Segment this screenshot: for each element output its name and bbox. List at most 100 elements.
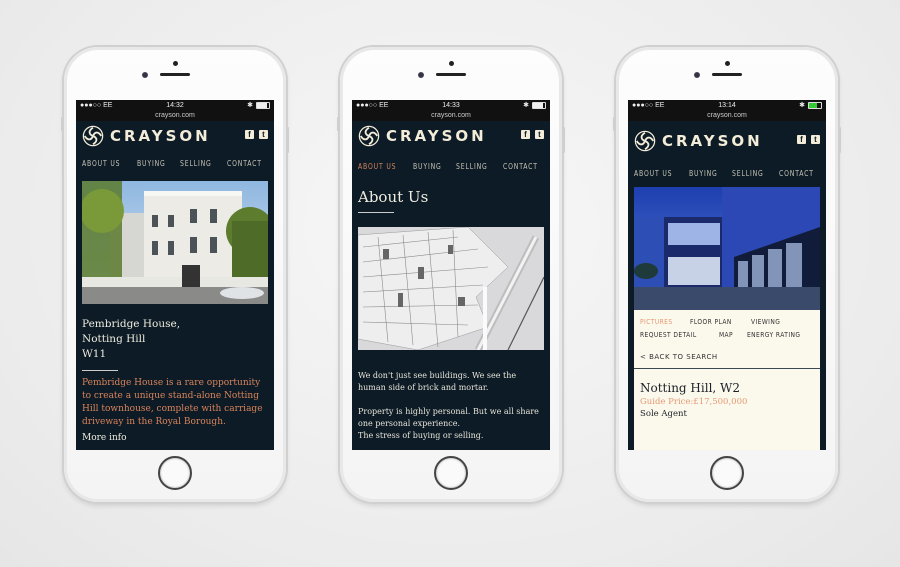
home-button[interactable] xyxy=(710,456,744,490)
main-nav: ABOUT US BUYING SELLING CONTACT xyxy=(76,159,274,175)
nav-buying[interactable]: BUYING xyxy=(413,162,442,178)
city-model-image xyxy=(358,227,544,350)
mute-switch xyxy=(337,117,340,131)
tab-viewing[interactable]: VIEWING xyxy=(751,318,780,326)
divider xyxy=(358,212,394,213)
listing-title-line: Pembridge House, xyxy=(82,318,181,330)
nav-contact[interactable]: CONTACT xyxy=(227,159,262,175)
screen: ●●●○○ EE 14:32 ✱ crayson.com CRAYSON f t… xyxy=(76,100,274,450)
site-header: CRAYSON f t xyxy=(628,121,826,155)
twitter-icon[interactable]: t xyxy=(259,130,268,139)
status-bar: ●●●○○ EE 14:33 ✱ xyxy=(352,100,550,111)
house-image xyxy=(82,181,268,304)
property-photo[interactable] xyxy=(82,181,268,304)
crayson-logo-icon xyxy=(358,125,380,147)
more-info-link[interactable]: More info xyxy=(76,429,274,447)
property-detail-panel: PICTURES FLOOR PLAN VIEWING REQUEST DETA… xyxy=(634,310,820,450)
tab-energy-rating[interactable]: ENERGY RATING xyxy=(747,331,800,339)
site-header: CRAYSON f t xyxy=(352,121,550,149)
listing-description: Pembridge House is a rare opportunity to… xyxy=(82,378,263,427)
screen: ●●●○○ EE 14:33 ✱ crayson.com CRAYSON f t… xyxy=(352,100,550,450)
nav-about-us[interactable]: ABOUT US xyxy=(634,169,672,185)
about-paragraph: Property is highly personal. But we all … xyxy=(358,407,539,428)
tab-pictures[interactable]: PICTURES xyxy=(640,318,673,326)
front-camera xyxy=(142,72,148,78)
nav-about-us[interactable]: ABOUT US xyxy=(358,162,396,178)
property-photo[interactable] xyxy=(634,187,820,310)
agent-label: Sole Agent xyxy=(640,409,687,419)
nav-buying[interactable]: BUYING xyxy=(137,159,166,175)
url-bar[interactable]: crayson.com xyxy=(76,111,274,121)
divider xyxy=(82,370,118,371)
site-header: CRAYSON f t xyxy=(76,121,274,149)
brand-name: CRAYSON xyxy=(662,132,763,150)
back-to-search-link[interactable]: < BACK TO SEARCH xyxy=(634,339,820,369)
detail-tabs: PICTURES FLOOR PLAN VIEWING REQUEST DETA… xyxy=(634,310,820,339)
about-paragraph: We don't just see buildings. We see the … xyxy=(358,371,517,392)
mute-switch xyxy=(61,117,64,131)
tab-request-detail[interactable]: REQUEST DETAIL xyxy=(640,331,697,339)
nav-selling[interactable]: SELLING xyxy=(732,169,764,185)
sensor xyxy=(724,61,730,66)
phone-1: ●●●○○ EE 14:32 ✱ crayson.com CRAYSON f t… xyxy=(61,47,289,502)
crayson-logo-icon xyxy=(634,130,656,152)
about-photo xyxy=(358,227,544,350)
logo[interactable]: CRAYSON xyxy=(358,125,487,147)
tab-map[interactable]: MAP xyxy=(719,331,733,339)
clock: 13:14 xyxy=(718,102,736,109)
main-nav: ABOUT US BUYING SELLING CONTACT xyxy=(628,169,826,185)
battery-icon xyxy=(532,102,546,109)
front-camera xyxy=(418,72,424,78)
phone-3: ●●●○○ EE 13:14 ✱ crayson.com CRAYSON f t… xyxy=(613,47,841,502)
bluetooth-icon: ✱ xyxy=(523,102,529,109)
listing-postcode: W11 xyxy=(82,348,107,360)
nav-contact[interactable]: CONTACT xyxy=(779,169,814,185)
home-button[interactable] xyxy=(434,456,468,490)
facebook-icon[interactable]: f xyxy=(797,135,806,144)
logo[interactable]: CRAYSON xyxy=(634,130,763,152)
mute-switch xyxy=(613,117,616,131)
power-button xyxy=(562,127,565,153)
nav-selling[interactable]: SELLING xyxy=(456,162,488,178)
status-bar: ●●●○○ EE 14:32 ✱ xyxy=(76,100,274,111)
url-bar[interactable]: crayson.com xyxy=(628,111,826,121)
status-bar: ●●●○○ EE 13:14 ✱ xyxy=(628,100,826,111)
home-button[interactable] xyxy=(158,456,192,490)
bluetooth-icon: ✱ xyxy=(799,102,805,109)
nav-about-us[interactable]: ABOUT US xyxy=(82,159,120,175)
speaker xyxy=(436,73,466,76)
power-button xyxy=(286,127,289,153)
guide-price: Guide Price:£17,500,000 xyxy=(640,397,748,407)
listing-title-line: Notting Hill xyxy=(82,333,146,345)
battery-icon xyxy=(256,102,270,109)
speaker xyxy=(160,73,190,76)
clock: 14:33 xyxy=(442,102,460,109)
about-text: We don't just see buildings. We see the … xyxy=(352,350,550,442)
sensor xyxy=(172,61,178,66)
property-title: Notting Hill, W2 xyxy=(640,381,741,395)
speaker xyxy=(712,73,742,76)
clock: 14:32 xyxy=(166,102,184,109)
nav-selling[interactable]: SELLING xyxy=(180,159,212,175)
bluetooth-icon: ✱ xyxy=(247,102,253,109)
phone-2: ●●●○○ EE 14:33 ✱ crayson.com CRAYSON f t… xyxy=(337,47,565,502)
about-paragraph: The stress of buying or selling. xyxy=(358,431,484,440)
twitter-icon[interactable]: t xyxy=(811,135,820,144)
facebook-icon[interactable]: f xyxy=(521,130,530,139)
twitter-icon[interactable]: t xyxy=(535,130,544,139)
modern-house-image xyxy=(634,187,820,310)
facebook-icon[interactable]: f xyxy=(245,130,254,139)
listing-title: Pembridge House, Notting Hill W11 xyxy=(76,304,274,362)
tab-floor-plan[interactable]: FLOOR PLAN xyxy=(690,318,732,326)
url-bar[interactable]: crayson.com xyxy=(352,111,550,121)
brand-name: CRAYSON xyxy=(386,127,487,145)
page-title: About Us xyxy=(358,188,429,206)
nav-buying[interactable]: BUYING xyxy=(689,169,718,185)
main-nav: ABOUT US BUYING SELLING CONTACT xyxy=(352,162,550,178)
screen: ●●●○○ EE 13:14 ✱ crayson.com CRAYSON f t… xyxy=(628,100,826,450)
logo[interactable]: CRAYSON xyxy=(82,125,211,147)
front-camera xyxy=(694,72,700,78)
brand-name: CRAYSON xyxy=(110,127,211,145)
battery-icon xyxy=(808,102,822,109)
nav-contact[interactable]: CONTACT xyxy=(503,162,538,178)
